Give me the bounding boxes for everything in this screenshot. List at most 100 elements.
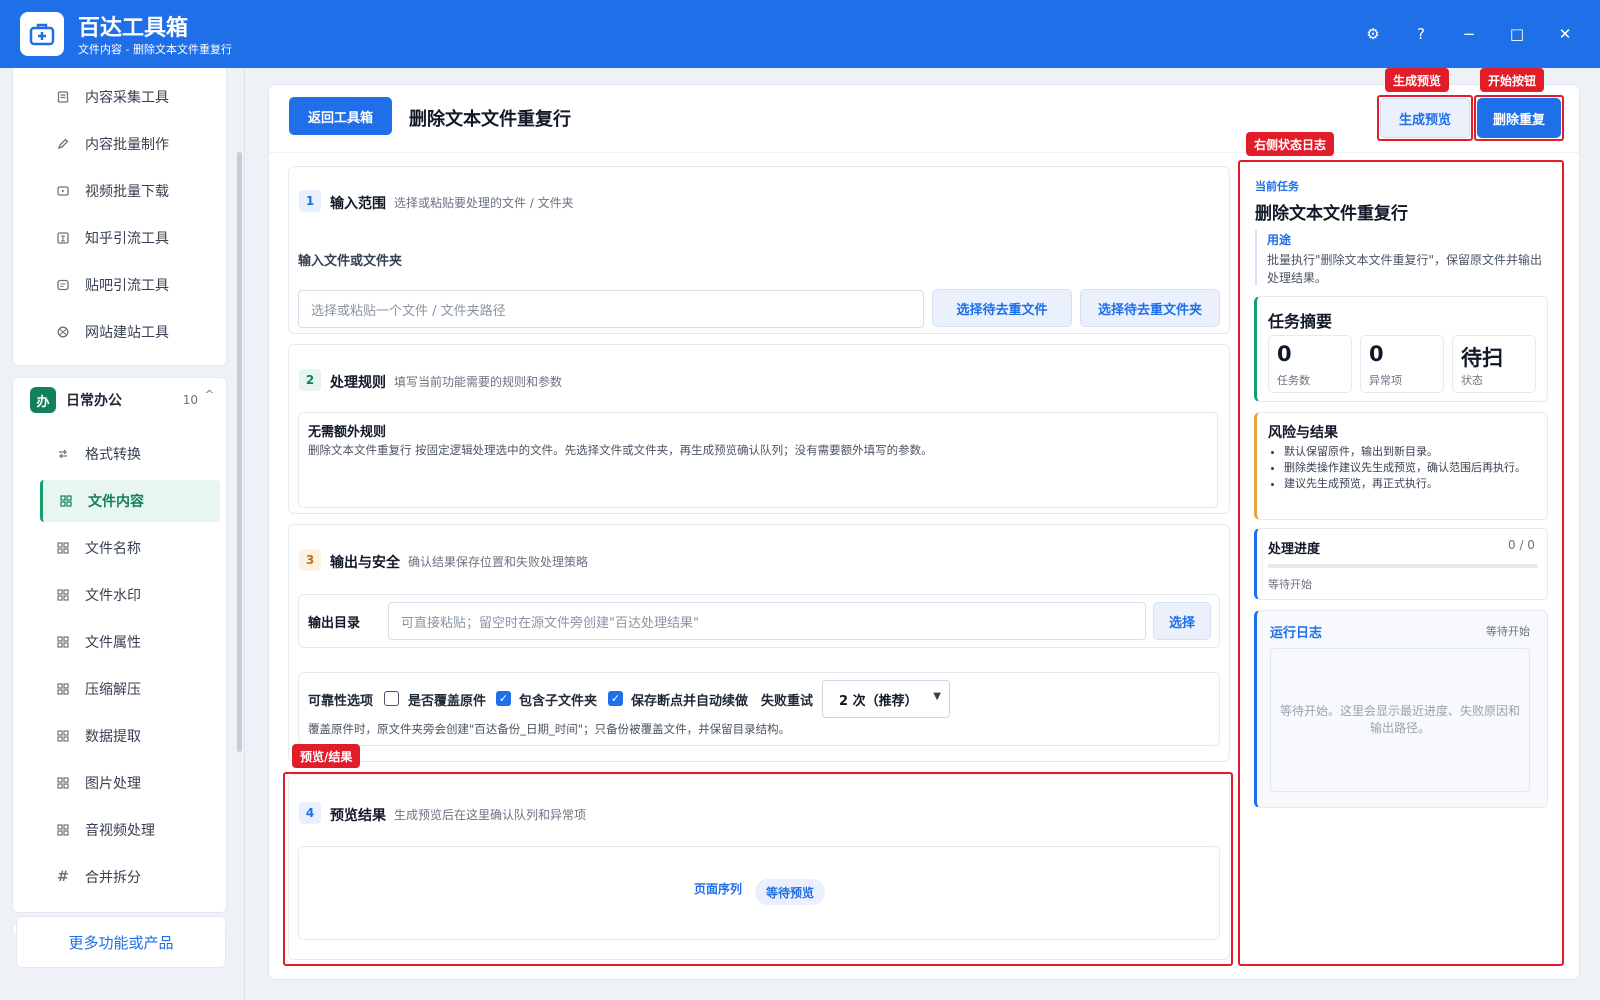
sidebar-item-label: 文件属性: [85, 635, 141, 651]
resume-checkbox[interactable]: ✓: [608, 691, 623, 706]
output-dir-field[interactable]: 可直接粘贴；留空时在源文件旁创建"百达处理结果": [388, 602, 1146, 640]
sidebar-item-file-attributes[interactable]: 文件属性: [40, 621, 220, 663]
more-products-button[interactable]: 更多功能或产品: [16, 916, 226, 968]
sidebar-item-label: 文件名称: [85, 541, 141, 557]
annotation-box-log: [1238, 160, 1564, 966]
grid-icon: [56, 729, 70, 743]
annotation-tag-result: 预览/结果: [292, 744, 361, 768]
overwrite-checkbox[interactable]: [384, 691, 399, 706]
include-subfolders-label: 包含子文件夹: [519, 694, 598, 709]
rule-title: 无需额外规则: [308, 425, 387, 440]
sidebar-item-website[interactable]: 网站建站工具: [40, 311, 220, 353]
sidebar-item-label: 贴吧引流工具: [85, 278, 169, 294]
sidebar-item-label: 音视频处理: [85, 823, 155, 839]
overwrite-label: 是否覆盖原件: [408, 694, 487, 709]
grid-icon: [56, 541, 70, 555]
sidebar-item-tieba[interactable]: 贴吧引流工具: [40, 264, 220, 306]
grid-icon: [56, 776, 70, 790]
back-to-toolbox-button[interactable]: 返回工具箱: [289, 97, 392, 135]
sidebar-item-label: 数据提取: [85, 729, 141, 745]
sidebar-item-label: 文件水印: [85, 588, 141, 604]
section-description: 填写当前功能需要的规则和参数: [394, 375, 563, 389]
hash-icon: #: [57, 869, 69, 885]
sidebar-item-video-download[interactable]: 视频批量下载: [40, 170, 220, 212]
video-icon: [56, 184, 70, 198]
annotation-tag-log: 右侧状态日志: [1246, 132, 1335, 156]
sidebar-item-label: 文件内容: [88, 494, 144, 510]
sidebar-item-image-process[interactable]: 图片处理: [40, 762, 220, 804]
rule-box: [298, 412, 1218, 508]
grid-icon: [56, 635, 70, 649]
output-dir-label: 输出目录: [308, 616, 361, 631]
retry-label: 失败重试: [761, 694, 814, 709]
sidebar-item-label: 知乎引流工具: [85, 231, 169, 247]
group-label: 日常办公: [66, 393, 122, 409]
pen-icon: [56, 137, 70, 151]
sidebar-item-content-collect[interactable]: 内容采集工具: [40, 76, 220, 118]
annotation-tag-start: 开始按钮: [1480, 68, 1545, 92]
group-badge-icon: 办: [30, 387, 56, 413]
sidebar-item-label: 图片处理: [85, 776, 141, 792]
section-description: 选择或粘贴要处理的文件 / 文件夹: [394, 196, 574, 210]
annotation-box-start: [1474, 95, 1564, 141]
section-title: 输出与安全: [330, 555, 400, 571]
annotation-tag-preview: 生成预览: [1385, 68, 1450, 92]
section-title: 处理规则: [330, 375, 386, 391]
sidebar-item-compress[interactable]: 压缩解压: [40, 668, 220, 710]
grid-icon: [56, 823, 70, 837]
header-divider: [269, 152, 1579, 153]
sidebar-item-format-convert[interactable]: 格式转换: [40, 433, 220, 475]
retry-value: 2 次（推荐）: [839, 693, 918, 709]
zhihu-icon: [56, 231, 70, 245]
sidebar-item-merge-split[interactable]: # 合并拆分: [40, 856, 220, 898]
choose-output-button[interactable]: 选择: [1153, 602, 1211, 640]
reliability-note: 覆盖原件时，原文件夹旁会创建"百达备份_日期_时间"；只备份被覆盖文件，并保留目…: [308, 722, 791, 736]
chevron-up-icon[interactable]: ^: [205, 388, 214, 401]
maximize-icon[interactable]: □: [1505, 22, 1529, 46]
grid-icon: [59, 494, 73, 508]
page-title: 删除文本文件重复行: [409, 109, 571, 130]
close-icon[interactable]: ✕: [1553, 22, 1577, 46]
sidebar-item-av-process[interactable]: 音视频处理: [40, 809, 220, 851]
settings-icon[interactable]: ⚙: [1361, 22, 1385, 46]
select-folder-button[interactable]: 选择待去重文件夹: [1080, 289, 1220, 327]
annotation-box-preview: [1377, 95, 1473, 141]
chevron-down-icon: ▼: [933, 691, 941, 702]
swap-icon: [56, 447, 70, 461]
app-title: 百达工具箱: [78, 16, 189, 41]
sidebar-item-file-watermark[interactable]: 文件水印: [40, 574, 220, 616]
sidebar-item-content-batch[interactable]: 内容批量制作: [40, 123, 220, 165]
sidebar-item-label: 压缩解压: [85, 682, 141, 698]
grid-icon: [56, 588, 70, 602]
sidebar-item-label: 网站建站工具: [85, 325, 169, 341]
tieba-icon: [56, 278, 70, 292]
input-path-field[interactable]: 选择或粘贴一个文件 / 文件夹路径: [298, 290, 924, 328]
retry-select[interactable]: 2 次（推荐） ▼: [822, 680, 950, 718]
document-icon: [56, 90, 70, 104]
sidebar-item-zhihu[interactable]: 知乎引流工具: [40, 217, 220, 259]
sidebar-item-label: 合并拆分: [85, 870, 141, 886]
sidebar-item-label: 内容批量制作: [85, 137, 169, 153]
sidebar-item-label: 内容采集工具: [85, 90, 169, 106]
sidebar-item-label: 视频批量下载: [85, 184, 169, 200]
help-icon[interactable]: ?: [1409, 22, 1433, 46]
app-logo-icon: [20, 12, 64, 56]
globe-icon: [56, 325, 70, 339]
reliability-label: 可靠性选项: [308, 694, 374, 709]
include-subfolders-checkbox[interactable]: ✓: [496, 691, 511, 706]
grid-icon: [56, 682, 70, 696]
step-number-1: 1: [299, 190, 321, 212]
sidebar-item-file-content[interactable]: 文件内容: [40, 480, 220, 522]
title-bar: 百达工具箱 文件内容 - 删除文本文件重复行 ⚙ ? − □ ✕: [0, 0, 1600, 68]
input-field-label: 输入文件或文件夹: [298, 254, 403, 269]
step-number-2: 2: [299, 369, 321, 391]
sidebar-scroll-thumb[interactable]: [237, 152, 242, 752]
section-description: 确认结果保存位置和失败处理策略: [408, 555, 589, 569]
sidebar-item-data-extract[interactable]: 数据提取: [40, 715, 220, 757]
sidebar-group-daily-office[interactable]: 办 日常办公 10 ^: [30, 384, 220, 416]
group-count: 10: [182, 393, 198, 407]
sidebar-item-file-name[interactable]: 文件名称: [40, 527, 220, 569]
select-file-button[interactable]: 选择待去重文件: [932, 289, 1072, 327]
minimize-icon[interactable]: −: [1457, 22, 1481, 46]
app-subtitle: 文件内容 - 删除文本文件重复行: [78, 43, 232, 56]
